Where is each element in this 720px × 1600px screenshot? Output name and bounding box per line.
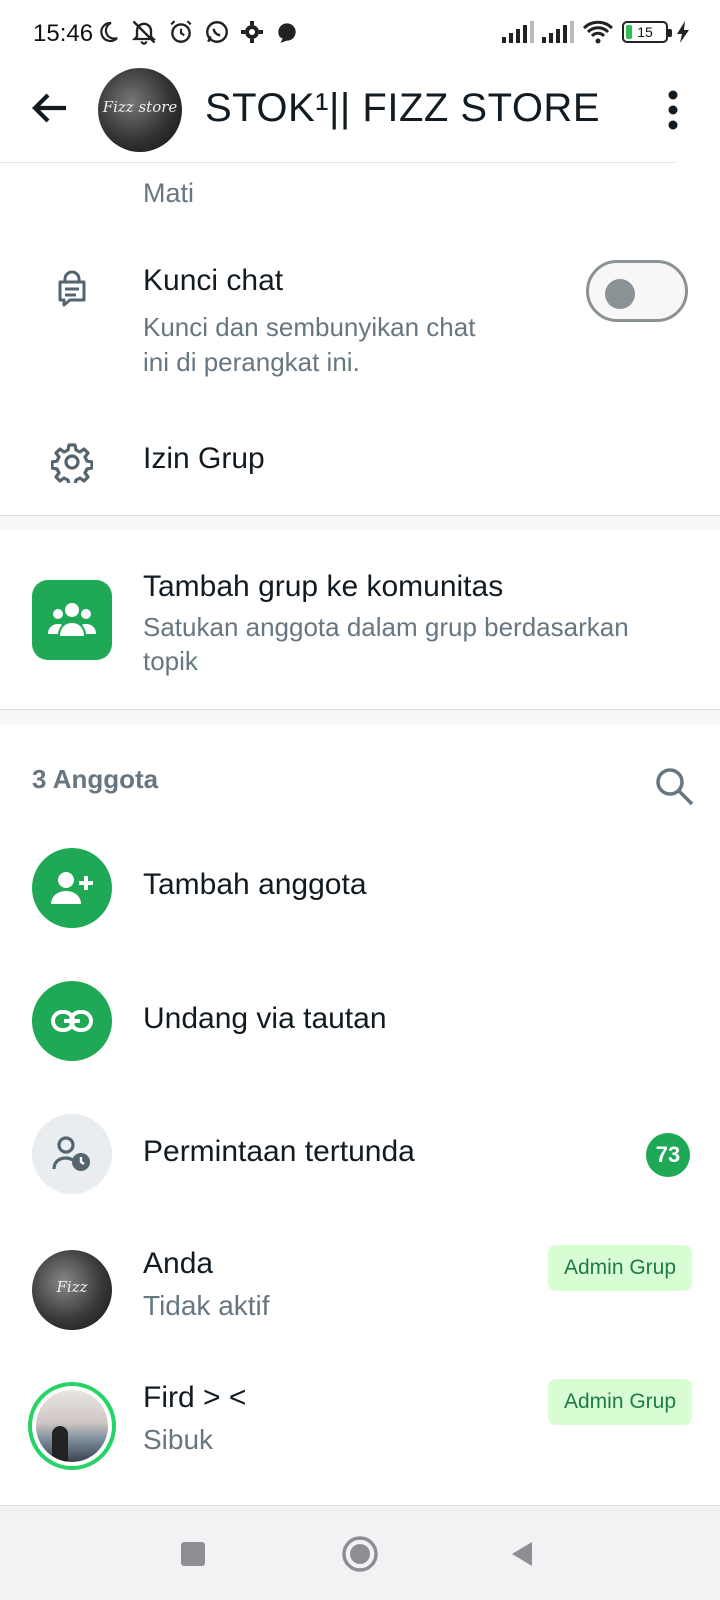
search-icon[interactable] xyxy=(652,764,696,808)
link-icon xyxy=(32,981,112,1061)
pending-count-badge: 73 xyxy=(646,1133,690,1177)
gear-icon xyxy=(44,434,100,490)
recents-icon[interactable] xyxy=(171,1532,215,1576)
add-person-icon xyxy=(32,848,112,928)
lock-chat-subtitle-1: Kunci dan sembunyikan chat xyxy=(143,312,476,342)
signal-icon xyxy=(502,21,534,43)
status-icons-left xyxy=(96,18,300,46)
moon-icon xyxy=(100,21,118,43)
member-status: Tidak aktif xyxy=(143,1290,270,1321)
whatsapp-icon xyxy=(206,21,228,43)
battery-fill xyxy=(626,25,632,39)
app-bar: Fizz store STOK¹|| FIZZ STORE xyxy=(0,62,720,162)
lock-chat-title: Kunci chat xyxy=(143,264,284,297)
gear-icon xyxy=(241,21,263,43)
group-permissions-title: Izin Grup xyxy=(143,442,265,475)
add-member-label: Tambah anggota xyxy=(143,868,367,901)
wifi-icon xyxy=(582,20,614,44)
app-icon xyxy=(278,23,296,43)
status-icons-right: 15 xyxy=(502,20,690,44)
partial-setting-value: Mati xyxy=(143,178,195,208)
community-subtitle-2: topik xyxy=(143,646,198,676)
community-icon xyxy=(32,580,112,660)
status-time: 15:46 xyxy=(33,20,94,47)
arrow-left-icon[interactable] xyxy=(26,84,74,132)
lock-chat-subtitle-2: ini di perangkat ini. xyxy=(143,347,360,377)
battery-nub xyxy=(668,29,672,37)
muted-bell-icon xyxy=(131,20,157,45)
status-bar: 15:46 15 xyxy=(0,0,720,70)
lock-chat-icon xyxy=(44,262,100,318)
battery-level: 15 xyxy=(637,24,653,40)
battery-icon: 15 xyxy=(622,21,672,43)
alarm-icon xyxy=(170,20,192,43)
avatar: Fizz xyxy=(32,1250,112,1330)
nav-back-icon[interactable] xyxy=(500,1532,544,1576)
avatar-photo xyxy=(36,1390,108,1462)
header-divider xyxy=(0,162,676,163)
member-name: Fird > < xyxy=(143,1381,247,1414)
group-avatar[interactable]: Fizz store xyxy=(98,68,182,152)
lock-chat-toggle[interactable] xyxy=(586,260,688,322)
avatar xyxy=(28,1382,116,1470)
members-count-label: 3 Anggota xyxy=(32,764,159,794)
community-subtitle-1: Satukan anggota dalam grup berdasarkan xyxy=(143,612,629,642)
pending-requests-label: Permintaan tertunda xyxy=(143,1135,415,1168)
admin-badge: Admin Grup xyxy=(548,1379,692,1425)
system-nav-bar xyxy=(0,1505,720,1600)
home-icon[interactable] xyxy=(338,1532,382,1576)
signal-icon xyxy=(542,21,574,43)
avatar-person-shape xyxy=(52,1426,68,1462)
more-vertical-icon[interactable] xyxy=(666,90,680,130)
section-separator xyxy=(0,709,720,725)
avatar-text: Fizz xyxy=(56,1278,88,1296)
member-name: Anda xyxy=(143,1247,214,1280)
member-status: Sibuk xyxy=(143,1424,214,1455)
admin-badge: Admin Grup xyxy=(548,1245,692,1291)
invite-link-label: Undang via tautan xyxy=(143,1002,387,1035)
community-title: Tambah grup ke komunitas xyxy=(143,570,504,603)
group-title[interactable]: STOK¹|| FIZZ STORE xyxy=(205,86,600,131)
toggle-knob xyxy=(605,279,635,309)
section-separator xyxy=(0,515,720,531)
group-avatar-text: Fizz store xyxy=(102,98,178,116)
charging-icon xyxy=(677,21,689,43)
pending-person-icon xyxy=(32,1114,112,1194)
